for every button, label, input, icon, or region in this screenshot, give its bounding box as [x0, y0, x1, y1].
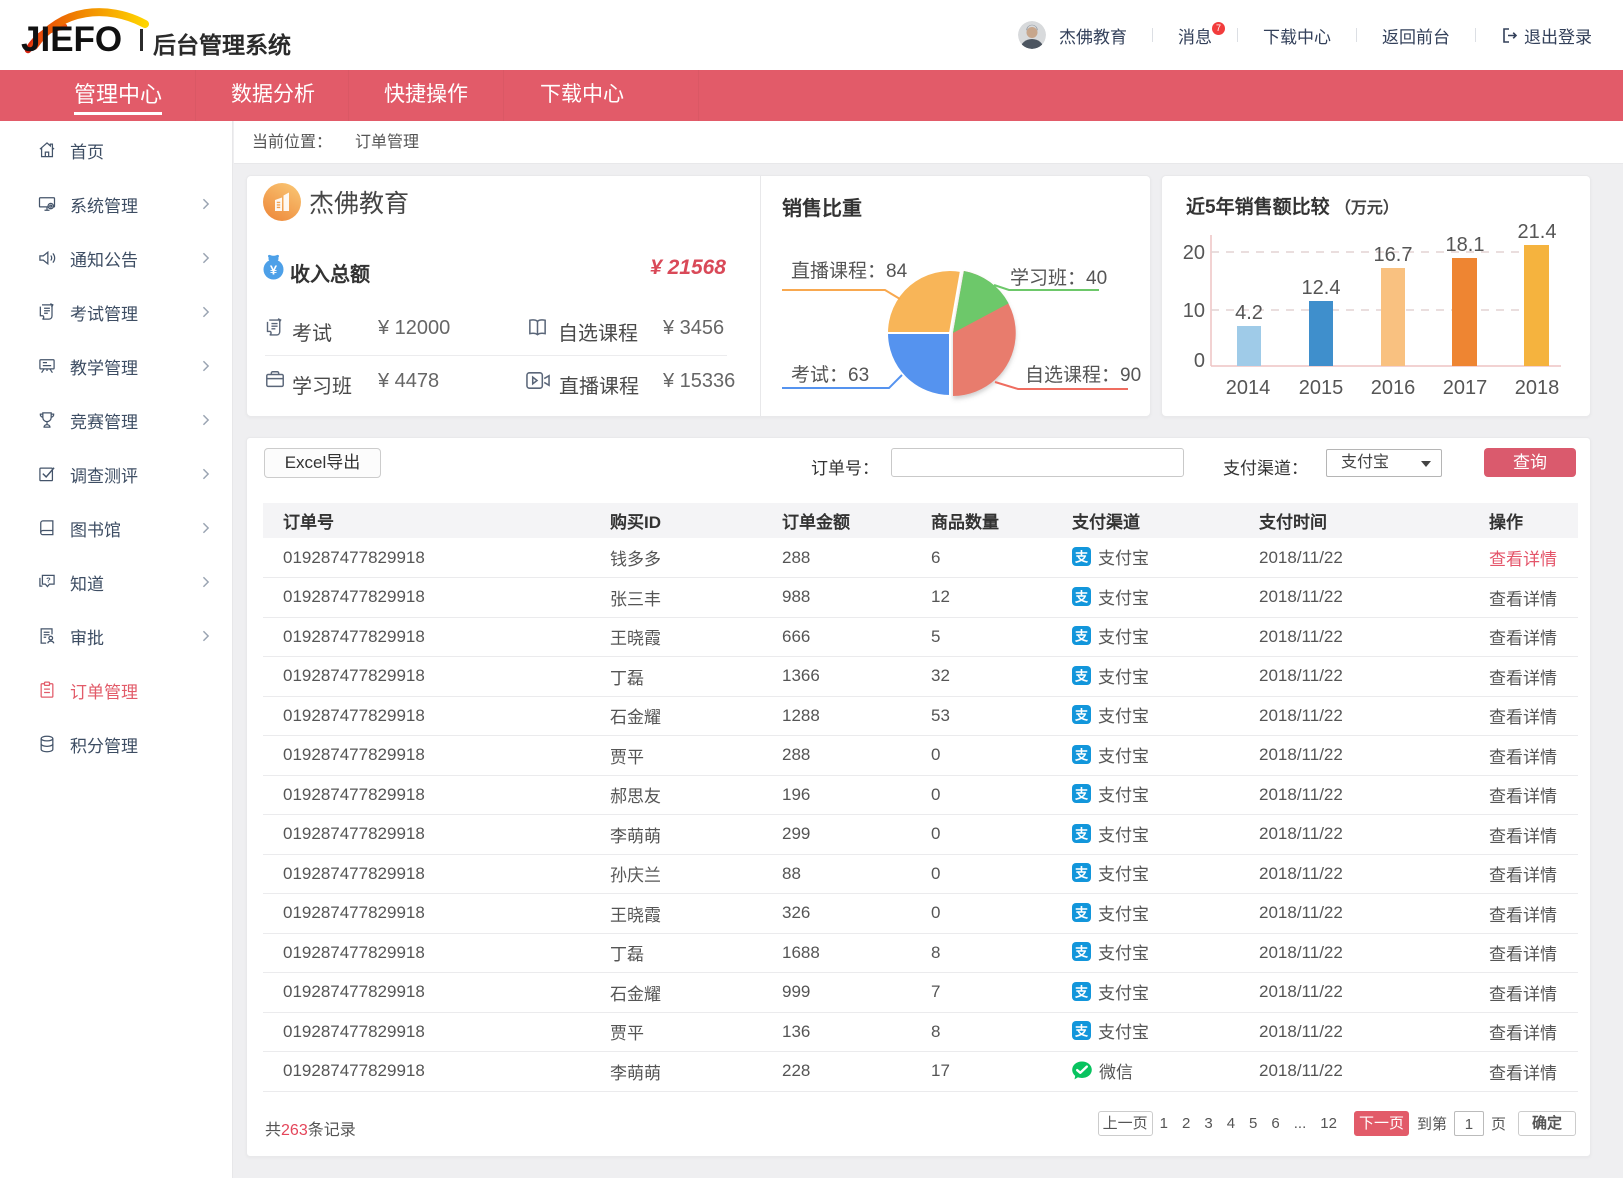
svg-text:4.2: 4.2 [1235, 302, 1263, 324]
svg-text:支: 支 [1074, 787, 1089, 802]
svg-text:2017: 2017 [1443, 377, 1488, 399]
svg-text:¥: ¥ [270, 263, 278, 278]
svg-text:21.4: 21.4 [1518, 221, 1557, 243]
svg-text:支: 支 [1074, 629, 1089, 644]
svg-text:支: 支 [1074, 866, 1089, 881]
svg-text:支: 支 [1074, 708, 1089, 723]
svg-text:2014: 2014 [1226, 377, 1271, 399]
svg-text:JIEFO: JIEFO [21, 20, 122, 59]
svg-text:12.4: 12.4 [1302, 277, 1341, 299]
svg-text:16.7: 16.7 [1374, 244, 1413, 266]
svg-text:10: 10 [1183, 300, 1205, 322]
svg-text:支: 支 [1074, 984, 1089, 999]
svg-text:20: 20 [1183, 242, 1205, 264]
svg-text:支: 支 [1074, 668, 1089, 683]
svg-text:0: 0 [1194, 350, 1205, 372]
svg-text:支: 支 [1074, 550, 1089, 565]
svg-text:2015: 2015 [1299, 377, 1344, 399]
svg-text:支: 支 [1074, 589, 1089, 604]
svg-text:2016: 2016 [1371, 377, 1416, 399]
svg-text:支: 支 [1074, 1024, 1089, 1039]
svg-text:支: 支 [1074, 945, 1089, 960]
svg-text:支: 支 [1074, 905, 1089, 920]
svg-text:2018: 2018 [1515, 377, 1560, 399]
svg-text:18.1: 18.1 [1446, 234, 1485, 256]
svg-text:?: ? [46, 575, 51, 584]
svg-text:支: 支 [1074, 747, 1089, 762]
svg-text:支: 支 [1074, 826, 1089, 841]
